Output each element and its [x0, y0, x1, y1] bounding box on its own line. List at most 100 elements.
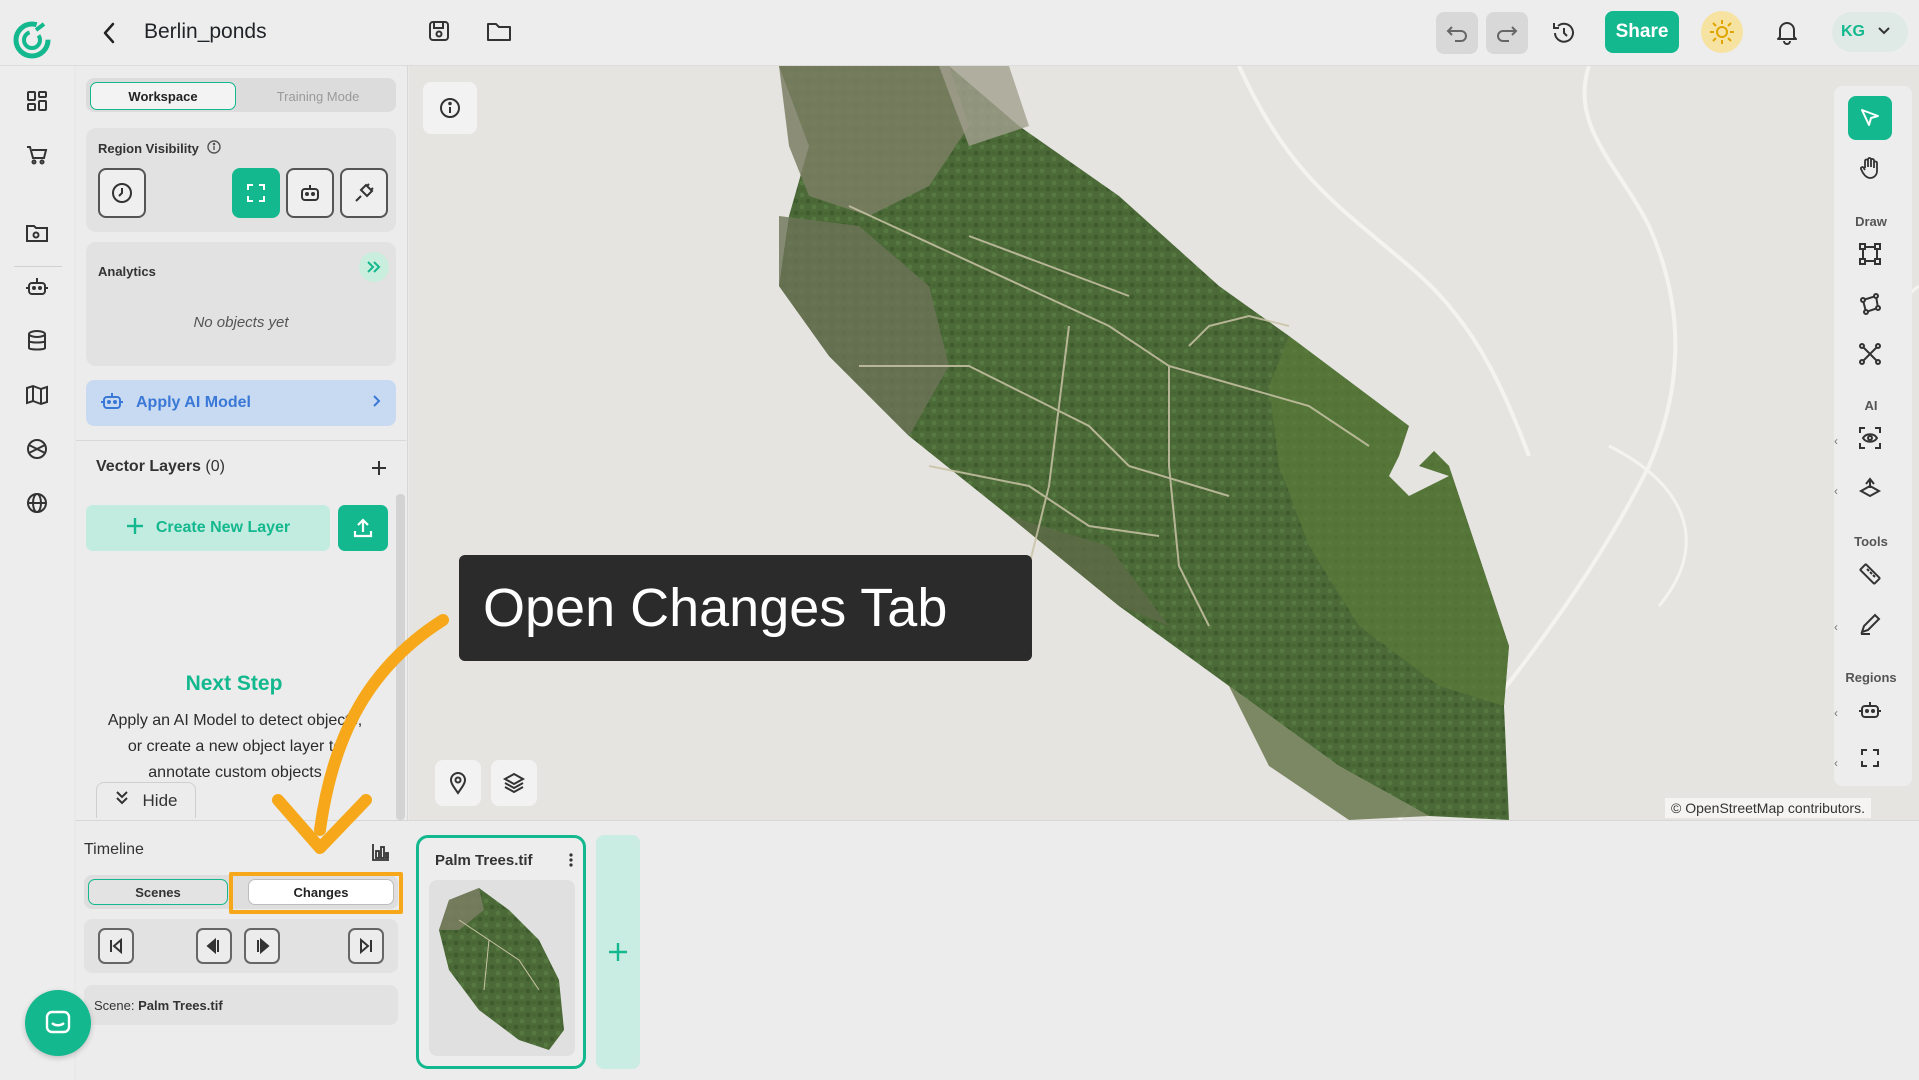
next-step-title: Next Step	[185, 672, 283, 695]
step-forward-icon[interactable]	[244, 928, 280, 964]
bell-icon[interactable]	[1766, 11, 1808, 53]
chevron-left-icon[interactable]: ‹	[1834, 434, 1846, 448]
bbox-icon[interactable]	[1848, 232, 1892, 276]
chevron-left-icon[interactable]: ‹	[1834, 620, 1846, 634]
chevron-right-icon	[372, 394, 382, 413]
dashboard-icon[interactable]	[16, 80, 58, 122]
changes-tab-highlight	[229, 872, 403, 914]
plug-icon[interactable]	[340, 168, 388, 218]
chart-icon[interactable]	[366, 837, 396, 867]
vector-layers-label: Vector Layers	[96, 458, 201, 475]
sun-icon[interactable]	[1701, 11, 1743, 53]
map-view[interactable]: © OpenStreetMap contributors.	[409, 66, 1919, 820]
back-button[interactable]	[92, 14, 126, 52]
upload-icon[interactable]	[338, 505, 388, 551]
step-back-icon[interactable]	[196, 928, 232, 964]
scene-card-title: Palm Trees.tif	[435, 852, 533, 869]
chevron-left-icon[interactable]: ‹	[1834, 756, 1846, 770]
share-button[interactable]: Share	[1605, 11, 1679, 53]
create-new-layer-button[interactable]: Create New Layer	[86, 505, 330, 551]
scene-thumbnail	[429, 880, 575, 1056]
vector-layers-header: Vector Layers (0)	[76, 440, 406, 494]
chevron-down-icon	[1877, 23, 1891, 41]
kebab-menu-icon[interactable]	[559, 848, 583, 872]
ruler-icon[interactable]	[1848, 552, 1892, 596]
redo-icon[interactable]	[1486, 12, 1528, 54]
folder-icon[interactable]	[478, 10, 520, 52]
region-visibility-label: Region Visibility	[98, 141, 199, 156]
expand-icon[interactable]	[1848, 736, 1892, 780]
region-visibility-card: Region Visibility	[86, 128, 396, 232]
info-icon[interactable]	[207, 140, 221, 157]
plus-icon	[126, 517, 144, 540]
cursor-icon[interactable]	[1848, 96, 1892, 140]
chat-icon[interactable]	[25, 990, 91, 1056]
timeline-title: Timeline	[84, 841, 144, 858]
vector-layers-count: (0)	[205, 458, 225, 475]
scene-info: Scene: Palm Trees.tif	[84, 985, 398, 1025]
robot-icon[interactable]	[286, 168, 334, 218]
tab-scenes[interactable]: Scenes	[88, 879, 228, 905]
next-step-description: Apply an AI Model to detect objects, or …	[107, 712, 363, 781]
tab-workspace[interactable]: Workspace	[90, 82, 236, 110]
skip-start-icon[interactable]	[98, 928, 134, 964]
project-title: Berlin_ponds	[144, 20, 267, 43]
expand-icon[interactable]	[232, 168, 280, 218]
robot-icon[interactable]	[1848, 688, 1892, 732]
history-icon[interactable]	[1543, 12, 1585, 54]
globe-grid-icon[interactable]	[16, 428, 58, 470]
layers-icon[interactable]	[491, 760, 537, 806]
ai-layers-icon[interactable]	[1848, 466, 1892, 510]
add-layer-icon[interactable]	[364, 453, 394, 483]
double-chevron-down-icon	[115, 790, 129, 811]
map-canvas[interactable]	[409, 66, 1919, 820]
info-icon[interactable]	[423, 82, 477, 134]
map-attribution[interactable]: © OpenStreetMap contributors.	[1665, 798, 1871, 818]
pin-icon[interactable]	[435, 760, 481, 806]
globe-icon[interactable]	[16, 482, 58, 524]
add-scene-button[interactable]	[596, 835, 640, 1069]
player-controls	[84, 919, 398, 973]
apply-ai-model-button[interactable]: Apply AI Model	[86, 380, 396, 426]
section-label-regions: Regions	[1845, 670, 1897, 685]
scene-info-value: Palm Trees.tif	[138, 998, 223, 1013]
section-label-ai: AI	[1864, 398, 1878, 413]
mode-switch: Workspace Training Mode	[86, 78, 396, 112]
top-bar: Berlin_ponds Share KG	[0, 0, 1919, 66]
pen-icon[interactable]	[1848, 602, 1892, 646]
save-icon[interactable]	[418, 10, 460, 52]
logo-icon[interactable]	[12, 20, 58, 66]
eye-scan-icon[interactable]	[1848, 416, 1892, 460]
double-chevron-right-icon[interactable]	[359, 252, 389, 282]
scene-info-label: Scene:	[94, 998, 135, 1013]
undo-icon[interactable]	[1436, 12, 1478, 54]
avatar: KG	[1841, 23, 1865, 40]
timeline-area: Timeline Scenes Changes Scene: Palm Tree…	[76, 820, 1919, 1080]
cart-icon[interactable]	[16, 134, 58, 176]
tutorial-tooltip: Open Changes Tab	[459, 555, 1032, 661]
polygon-icon[interactable]	[1848, 282, 1892, 326]
hide-button[interactable]: Hide	[96, 782, 196, 818]
skip-end-icon[interactable]	[348, 928, 384, 964]
left-rail	[0, 66, 74, 1080]
polyline-icon[interactable]	[1848, 332, 1892, 376]
map-icon[interactable]	[16, 374, 58, 416]
scene-card[interactable]: Palm Trees.tif	[416, 835, 586, 1069]
create-new-layer-label: Create New Layer	[155, 519, 291, 536]
database-icon[interactable]	[16, 320, 58, 362]
chevron-left-icon[interactable]: ‹	[1834, 484, 1846, 498]
hand-icon[interactable]	[1848, 146, 1892, 190]
analytics-empty-text: No objects yet	[193, 314, 289, 331]
tab-training-mode[interactable]: Training Mode	[244, 82, 392, 110]
user-menu[interactable]: KG	[1832, 12, 1908, 52]
analytics-card: Analytics No objects yet	[86, 242, 396, 366]
clock-icon[interactable]	[98, 168, 146, 218]
left-panel: Workspace Training Mode Region Visibilit…	[76, 66, 408, 820]
folder-image-icon[interactable]	[16, 212, 58, 254]
robot-icon[interactable]	[16, 266, 58, 308]
chevron-left-icon[interactable]: ‹	[1834, 706, 1846, 720]
apply-ai-model-label: Apply AI Model	[136, 394, 251, 411]
panel-scrollbar[interactable]	[396, 494, 405, 820]
right-toolbar: Draw AI ‹ ‹ Tools ‹ Regions ‹ ‹	[1834, 86, 1912, 786]
region-visibility-title: Region Visibility	[98, 140, 221, 157]
